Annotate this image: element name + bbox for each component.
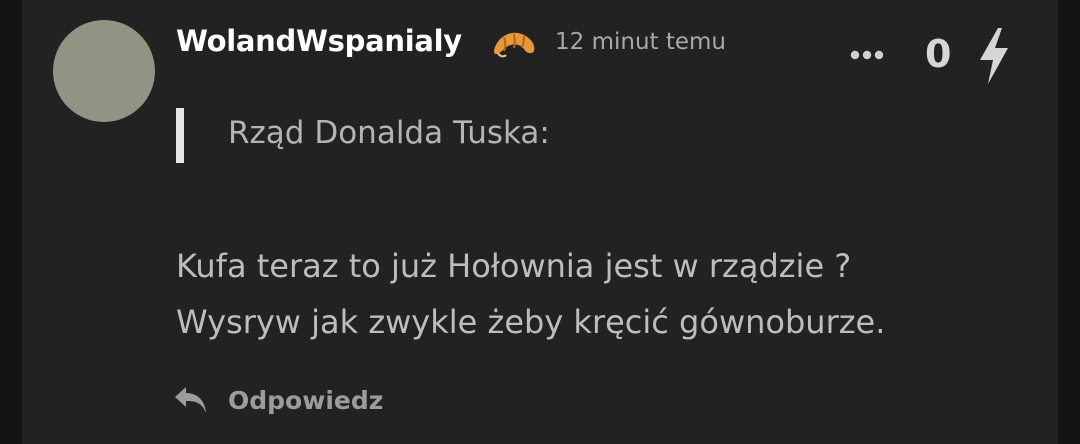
username[interactable]: WolandWspanialy [176, 24, 462, 58]
lightning-vote-icon[interactable] [976, 26, 1012, 86]
reply-arrow-icon [175, 387, 206, 413]
vote-score: 0 [925, 32, 952, 76]
quote-bar [176, 108, 184, 163]
more-options-icon[interactable] [850, 50, 884, 60]
croissant-icon [494, 32, 535, 58]
comment-body: Kufa teraz to już Hołownia jest w rządzi… [176, 238, 1036, 350]
avatar[interactable] [53, 20, 155, 122]
reply-label[interactable]: Odpowiedz [228, 386, 383, 415]
quote-text: Rząd Donalda Tuska: [228, 115, 550, 151]
comment-body-line: Kufa teraz to już Hołownia jest w rządzi… [176, 247, 852, 285]
card-corner [1018, 0, 1058, 40]
timestamp: 12 minut temu [555, 29, 727, 55]
reply-button[interactable]: Odpowiedz [172, 378, 383, 422]
comment-body-line: Wysryw jak zwykle żeby kręcić gównoburze… [176, 303, 886, 341]
